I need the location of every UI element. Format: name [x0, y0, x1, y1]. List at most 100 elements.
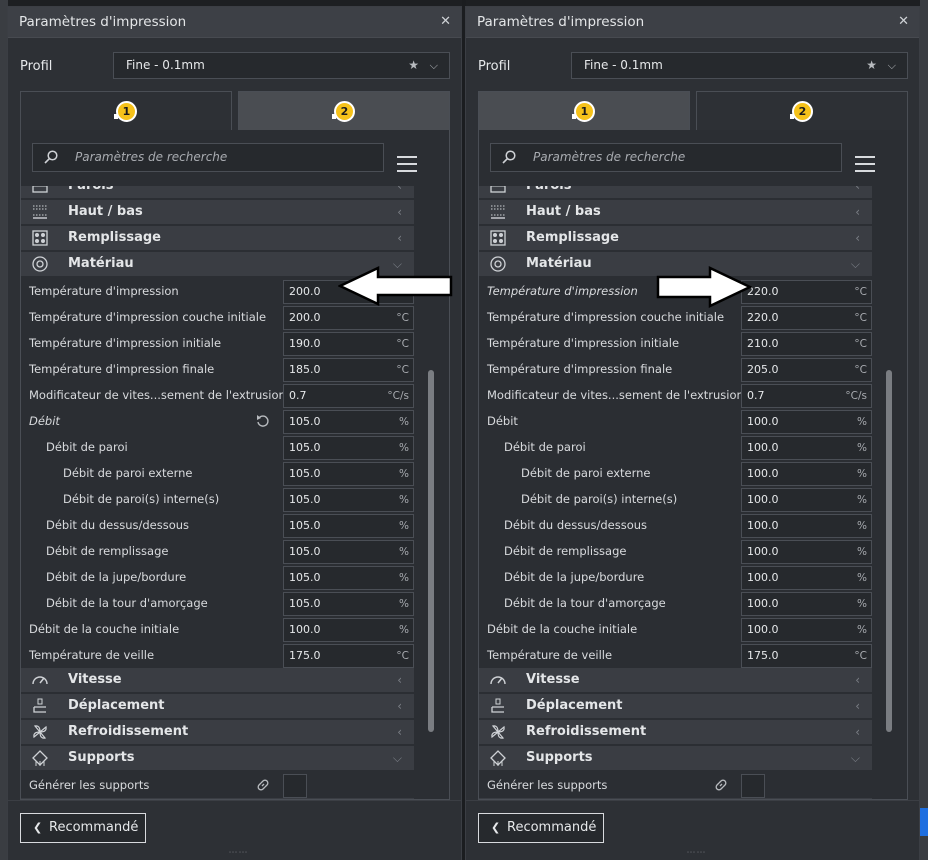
category-vitesse[interactable]: Vitesse ‹	[479, 668, 872, 692]
reset-icon[interactable]	[256, 414, 270, 428]
resize-handle[interactable]: ⋯⋯	[229, 848, 249, 858]
setting-value-field[interactable]: 105.0%	[283, 462, 414, 486]
setting-value: 105.0	[289, 493, 321, 506]
settings-content: Paramètres de recherche Parois‹ Haut / ba…	[20, 130, 450, 800]
star-icon[interactable]: ★	[866, 53, 877, 78]
deplacement-icon	[31, 697, 49, 715]
setting-value-field[interactable]: 105.0%	[283, 514, 414, 538]
supports-icon	[31, 749, 49, 767]
setting-value: 0.7	[747, 389, 765, 402]
chevron-left-icon: ❮	[33, 821, 43, 834]
link-icon[interactable]	[256, 778, 270, 792]
setting-value-field[interactable]: 100.0%	[741, 618, 872, 642]
setting-unit: °C	[854, 364, 867, 376]
star-icon[interactable]: ★	[408, 53, 419, 78]
setting-value-field[interactable]: 200.0 °C	[283, 306, 414, 330]
setting-value-field[interactable]: 100.0%	[283, 618, 414, 642]
menu-icon[interactable]	[397, 156, 417, 172]
setting-value-field[interactable]: 210.0 °C	[741, 332, 872, 356]
search-input[interactable]: Paramètres de recherche	[32, 143, 384, 172]
setting-value-field[interactable]: 205.0 °C	[741, 358, 872, 382]
category-supports[interactable]: Supports ⌵	[479, 746, 872, 770]
setting-row: Débit de paroi externe 100.0%	[479, 460, 884, 486]
close-icon[interactable]: ✕	[440, 7, 451, 37]
scrollbar-thumb[interactable]	[428, 370, 434, 732]
setting-value: 210.0	[747, 337, 779, 350]
setting-value-field[interactable]: 100.0%	[741, 540, 872, 564]
setting-value: 175.0	[289, 649, 321, 662]
setting-value-field[interactable]: 0.7 °C/s	[283, 384, 414, 408]
setting-value-field[interactable]: 185.0 °C	[283, 358, 414, 382]
link-icon[interactable]	[714, 778, 728, 792]
category-supports[interactable]: Supports ⌵	[21, 746, 414, 770]
setting-label: Température de veille	[487, 648, 613, 662]
setting-label: Débit de la couche initiale	[487, 622, 638, 636]
profile-select[interactable]: Fine - 0.1mm ★ ⌵	[571, 52, 908, 79]
chevron-down-icon: ⌵	[392, 751, 402, 765]
setting-value-field[interactable]: 105.0%	[283, 540, 414, 564]
setting-value-field[interactable]: 105.0%	[283, 592, 414, 616]
tab-extruder-2[interactable]: 2	[238, 91, 450, 131]
setting-value-field[interactable]: 100.0%	[741, 566, 872, 590]
setting-value-field[interactable]: 0.7 °C/s	[741, 384, 872, 408]
setting-unit: %	[399, 416, 409, 428]
setting-value-field[interactable]: 105.0%	[283, 488, 414, 512]
setting-value-field[interactable]: 175.0 °C	[283, 644, 414, 668]
category-refroidissement[interactable]: Refroidissement ‹	[21, 720, 414, 744]
profile-select[interactable]: Fine - 0.1mm ★ ⌵	[113, 52, 450, 79]
close-icon[interactable]: ✕	[898, 7, 909, 37]
setting-value: 100.0	[747, 519, 779, 532]
scrollbar[interactable]	[886, 370, 892, 732]
remplissage-icon	[489, 229, 507, 247]
setting-value-field[interactable]: 105.0%	[283, 566, 414, 590]
category-parois[interactable]: Parois ‹	[21, 186, 414, 198]
setting-value-field[interactable]: 220.0 °C	[741, 306, 872, 330]
setting-row: Débit 100.0%	[479, 408, 884, 434]
tab-extruder-2[interactable]: 2	[696, 91, 908, 131]
category-haut-bas[interactable]: Haut / bas ‹	[479, 200, 872, 224]
category-label: Matériau	[68, 256, 134, 271]
setting-value-field[interactable]: 190.0 °C	[283, 332, 414, 356]
category-deplacement[interactable]: Déplacement ‹	[21, 694, 414, 718]
setting-value-field[interactable]: 105.0%	[283, 410, 414, 434]
setting-value-field[interactable]: 105.0%	[283, 436, 414, 460]
scrollbar-thumb[interactable]	[886, 370, 892, 732]
menu-icon[interactable]	[855, 156, 875, 172]
category-remplissage[interactable]: Remplissage ‹	[21, 226, 414, 250]
setting-value-field[interactable]: 100.0%	[741, 514, 872, 538]
materiau-icon	[31, 255, 49, 273]
setting-value-field[interactable]: 100.0%	[741, 462, 872, 486]
resize-handle[interactable]: ⋯⋯	[687, 848, 707, 858]
recommended-button[interactable]: ❮ Recommandé	[478, 813, 604, 843]
setting-unit: %	[857, 598, 867, 610]
generate-supports-checkbox[interactable]	[283, 774, 307, 798]
category-haut-bas[interactable]: Haut / bas ‹	[21, 200, 414, 224]
refroidissement-icon	[31, 723, 49, 741]
generate-supports-checkbox[interactable]	[741, 774, 765, 798]
setting-unit: °C	[854, 650, 867, 662]
setting-row: Modificateur de vites...sement de l'extr…	[479, 382, 884, 408]
setting-label: Débit du dessus/dessous	[504, 518, 648, 532]
extruder-1-badge: 1	[572, 101, 595, 122]
setting-value-field[interactable]: 100.0%	[741, 592, 872, 616]
setting-row: Débit de paroi(s) interne(s) 100.0%	[479, 486, 884, 512]
category-remplissage[interactable]: Remplissage ‹	[479, 226, 872, 250]
tab-extruder-1[interactable]: 1	[20, 91, 232, 131]
setting-value-field[interactable]: 100.0%	[741, 436, 872, 460]
extruder-1-badge: 1	[114, 101, 137, 122]
category-refroidissement[interactable]: Refroidissement ‹	[479, 720, 872, 744]
setting-unit: %	[399, 546, 409, 558]
setting-value-field[interactable]: 220.0 °C	[741, 280, 872, 304]
category-vitesse[interactable]: Vitesse ‹	[21, 668, 414, 692]
category-parois[interactable]: Parois ‹	[479, 186, 872, 198]
setting-value-field[interactable]: 100.0%	[741, 488, 872, 512]
chevron-left-icon: ‹	[855, 186, 860, 193]
tab-extruder-1[interactable]: 1	[478, 91, 690, 131]
recommended-button[interactable]: ❮ Recommandé	[20, 813, 146, 843]
search-input[interactable]: Paramètres de recherche	[490, 143, 842, 172]
setting-unit: %	[857, 572, 867, 584]
setting-value-field[interactable]: 100.0%	[741, 410, 872, 434]
scrollbar[interactable]	[428, 370, 434, 732]
category-deplacement[interactable]: Déplacement ‹	[479, 694, 872, 718]
setting-value-field[interactable]: 175.0 °C	[741, 644, 872, 668]
